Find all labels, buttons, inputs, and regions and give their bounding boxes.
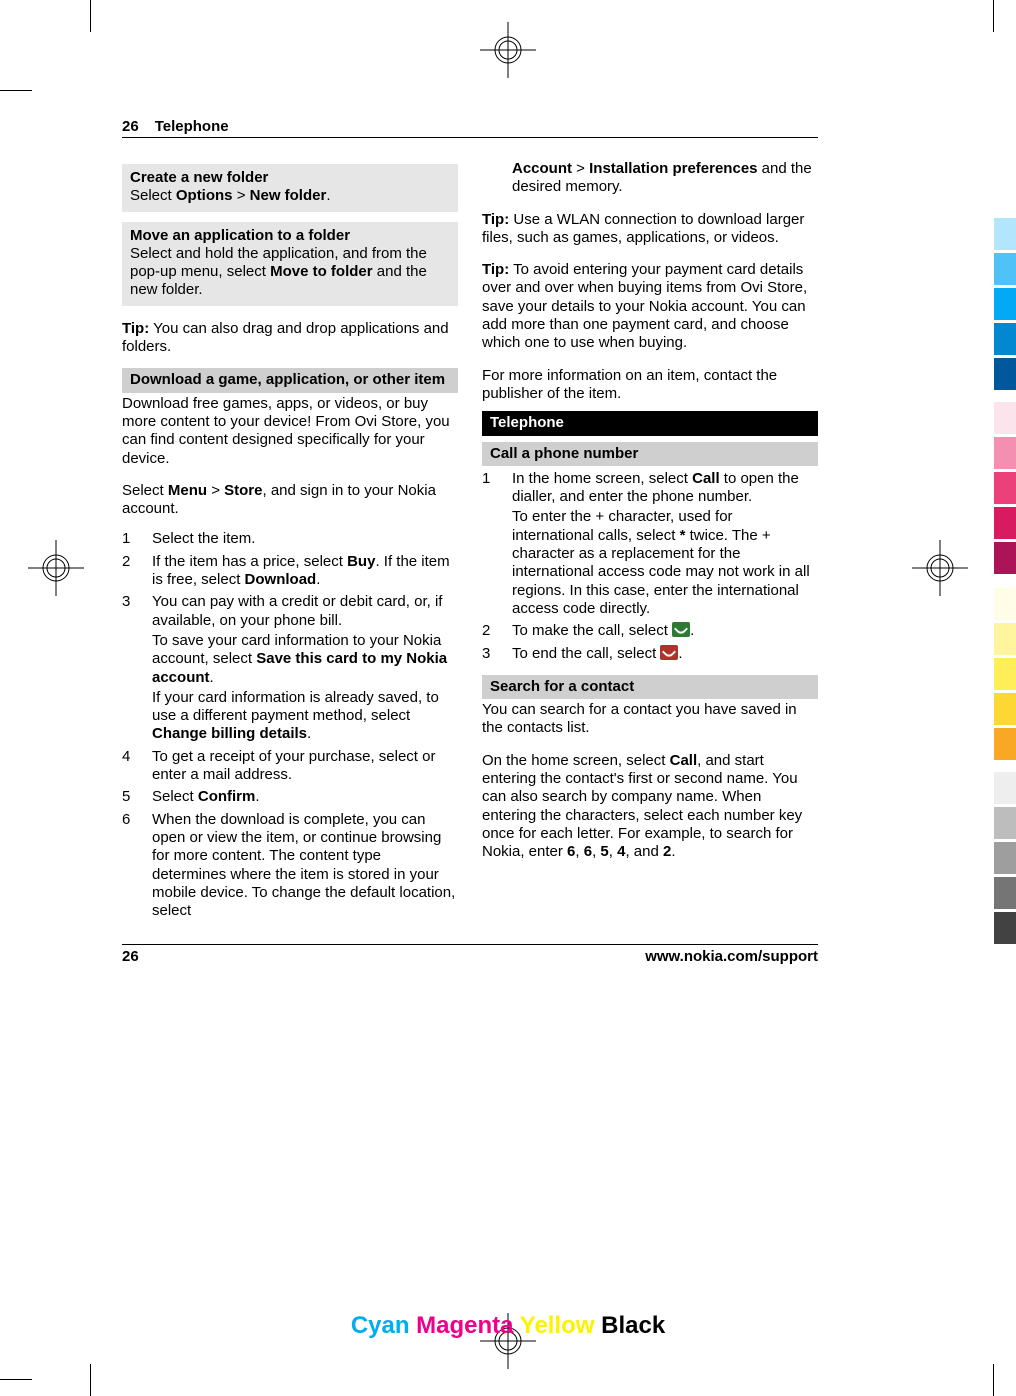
search-body: You can search for a contact you have sa… (482, 701, 818, 738)
page-header: 26 Telephone (122, 118, 818, 138)
download-body: Download free games, apps, or videos, or… (122, 395, 458, 468)
list-item: 6When the download is complete, you can … (122, 811, 458, 923)
tip-drag-drop: Tip: You can also drag and drop applicat… (122, 320, 458, 357)
registration-mark-icon (912, 540, 968, 601)
list-item: 5Select Confirm. (122, 788, 458, 808)
call-icon (672, 622, 690, 637)
cmyk-labels: Cyan Magenta Yellow Black (351, 1312, 665, 1340)
continuation-text: Account > Installation preferences and t… (482, 160, 818, 197)
search-instructions: On the home screen, select Call, and sta… (482, 752, 818, 862)
create-folder-block: Create a new folder Select Options > New… (122, 164, 458, 212)
list-item: 1Select the item. (122, 530, 458, 550)
search-heading: Search for a contact (482, 675, 818, 699)
page-number: 26 (122, 118, 139, 135)
registration-mark-icon (28, 540, 84, 601)
list-item: 1In the home screen, select Call to open… (482, 470, 818, 620)
list-item: 2If the item has a price, select Buy. If… (122, 553, 458, 592)
more-info: For more information on an item, contact… (482, 367, 818, 404)
color-bar-icon (994, 402, 1016, 577)
page-footer: 26 www.nokia.com/support (122, 944, 818, 965)
tip-wlan: Tip: Use a WLAN connection to download l… (482, 211, 818, 248)
tip-payment: Tip: To avoid entering your payment card… (482, 261, 818, 352)
list-item: 3You can pay with a credit or debit card… (122, 593, 458, 745)
call-steps: 1In the home screen, select Call to open… (482, 470, 818, 665)
color-bar-icon (994, 588, 1016, 763)
download-heading: Download a game, application, or other i… (122, 368, 458, 392)
download-steps: 1Select the item. 2If the item has a pric… (122, 530, 458, 922)
footer-page-number: 26 (122, 948, 139, 965)
section-title: Telephone (155, 118, 229, 135)
call-heading: Call a phone number (482, 442, 818, 466)
registration-mark-icon (480, 22, 536, 83)
create-folder-body: Select Options > New folder. (130, 187, 450, 205)
color-bar-icon (994, 218, 1016, 393)
footer-url: www.nokia.com/support (645, 948, 818, 965)
color-bar-icon (994, 772, 1016, 947)
move-app-body: Select and hold the application, and fro… (130, 245, 450, 300)
list-item: 3To end the call, select . (482, 645, 818, 665)
list-item: 4To get a receipt of your purchase, sele… (122, 748, 458, 787)
move-app-heading: Move an application to a folder (130, 227, 450, 245)
telephone-heading: Telephone (482, 411, 818, 435)
select-menu-store: Select Menu > Store, and sign in to your… (122, 482, 458, 519)
end-call-icon (660, 645, 678, 660)
move-app-block: Move an application to a folder Select a… (122, 222, 458, 306)
list-item: 2To make the call, select . (482, 622, 818, 642)
create-folder-heading: Create a new folder (130, 169, 450, 187)
